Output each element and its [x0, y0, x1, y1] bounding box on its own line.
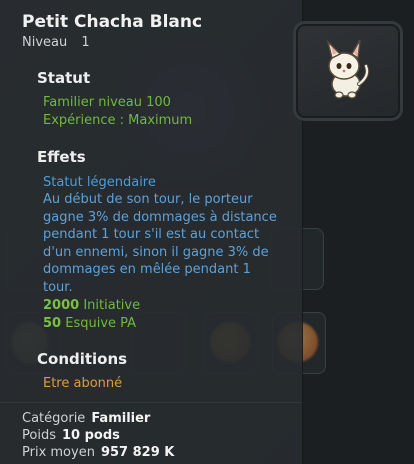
item-level: Niveau 1 [22, 35, 90, 50]
weight-label: Poids [22, 428, 56, 443]
statut-heading: Statut [37, 69, 91, 87]
statut-line: Expérience : Maximum [43, 113, 193, 128]
effets-heading: Effets [37, 148, 86, 166]
price-label: Prix moyen [22, 445, 95, 460]
stat-initiative: 2000 Initiative [43, 297, 140, 315]
item-image-frame [293, 21, 403, 121]
category-row: Catégorie Familier [22, 411, 150, 426]
stat-label: Esquive PA [65, 316, 137, 331]
level-value: 1 [81, 35, 90, 50]
level-label: Niveau [22, 35, 68, 50]
weight-value: 10 pods [61, 428, 120, 443]
white-cat-pet-icon [326, 39, 370, 99]
conditions-heading: Conditions [37, 350, 128, 368]
item-name: Petit Chacha Blanc [22, 12, 203, 32]
price-row: Prix moyen 957 829 K [22, 445, 174, 460]
category-value: Familier [91, 411, 151, 426]
stat-label: Initiative [83, 298, 141, 313]
price-value: 957 829 K [100, 445, 175, 460]
footer-divider [0, 402, 302, 403]
condition-line: Etre abonné [43, 376, 123, 391]
stat-value: 2000 [43, 298, 80, 313]
category-label: Catégorie [22, 411, 86, 426]
stat-value: 50 [43, 316, 62, 331]
legendary-status: Statut légendaire [43, 175, 156, 190]
statut-line: Familier niveau 100 [43, 95, 171, 110]
item-tooltip: Petit Chacha Blanc Niveau 1 Statut Famil… [0, 0, 303, 464]
effect-description: Au début de son tour, le porteur gagne 3… [43, 192, 277, 295]
weight-row: Poids 10 pods [22, 428, 120, 443]
stat-esquive-pa: 50 Esquive PA [43, 315, 136, 333]
